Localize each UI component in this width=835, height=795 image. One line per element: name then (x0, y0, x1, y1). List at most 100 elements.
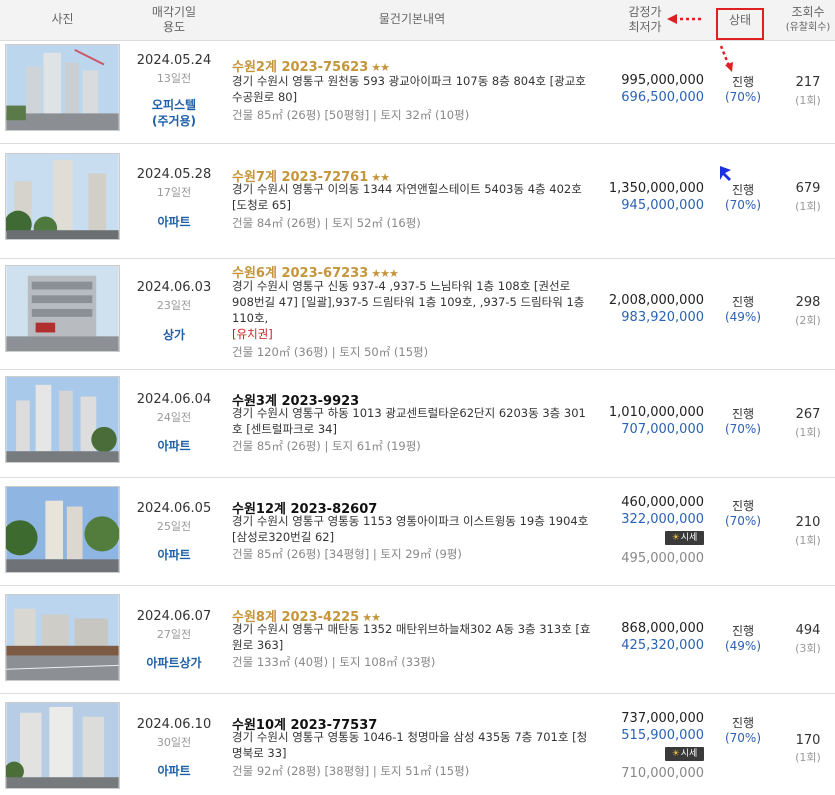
status-text: 진행 (731, 183, 755, 197)
header-fail-label: (유찰회수) (785, 22, 831, 33)
property-address[interactable]: 경기 수원시 영통구 영통동 1153 영통아이파크 이스트윙동 19층 190… (232, 513, 592, 545)
minimum-price: 696,500,000 (621, 90, 704, 105)
days-left: 13일전 (156, 72, 192, 85)
fail-count: (1회) (795, 534, 821, 547)
property-address[interactable]: 경기 수원시 영통구 매탄동 1352 매탄위브하늘채302 A동 3층 313… (232, 621, 592, 653)
table-row[interactable]: 2024.06.05 25일전 아파트 수원12계 2023-82607 경기 … (0, 478, 835, 586)
property-type: 아파트 (124, 438, 224, 454)
status-text: 진행 (731, 407, 755, 421)
status-percent: (70%) (724, 422, 762, 436)
property-type-line1: 아파트 (157, 548, 191, 562)
property-photo[interactable] (5, 486, 120, 573)
area-info: 건물 84㎡ (26평) | 토지 52㎡ (16평) (232, 216, 421, 230)
commercial-building-photo-icon (6, 266, 119, 351)
header-views[interactable]: 조회수 (유찰회수) (778, 5, 835, 35)
days-left: 23일전 (156, 299, 192, 312)
area-info: 건물 92㎡ (28평) [38평형] | 토지 51㎡ (15평) (232, 764, 470, 778)
header-date-label: 매각기일 (151, 5, 197, 19)
table-row[interactable]: 2024.05.28 17일전 아파트 수원7계 2023-72761 ★★ 경기… (0, 144, 835, 259)
view-count: 298 (795, 295, 821, 310)
days-left: 24일전 (156, 411, 192, 424)
minimum-price: 515,900,000 (621, 728, 704, 743)
header-views-label: 조회수 (791, 5, 825, 19)
property-type: 아파트상가 (124, 655, 224, 671)
view-count: 217 (795, 75, 821, 90)
property-photo[interactable] (5, 265, 120, 352)
fail-count: (1회) (795, 200, 821, 213)
status-percent: (70%) (724, 198, 762, 212)
days-left: 25일전 (156, 520, 192, 533)
status-text: 진행 (731, 499, 755, 513)
minimum-price: 707,000,000 (621, 422, 704, 437)
property-type: 상가 (124, 327, 224, 343)
fail-count: (1회) (795, 426, 821, 439)
view-count: 210 (795, 515, 821, 530)
area-info: 건물 120㎡ (36평) | 토지 50㎡ (15평) (232, 345, 429, 359)
property-photo[interactable] (5, 153, 120, 240)
property-photo[interactable] (5, 594, 120, 681)
annotation-arrow-down-icon (719, 45, 733, 72)
header-photo: 사진 (51, 12, 74, 26)
header-date-type[interactable]: 매각기일 용도 (124, 5, 224, 35)
minimum-price: 945,000,000 (621, 198, 704, 213)
appraisal-price: 1,350,000,000 (608, 181, 704, 196)
property-photo[interactable] (5, 702, 120, 789)
property-address[interactable]: 경기 수원시 영통구 하동 1013 광교센트럴타운62단지 6203동 3층 … (232, 405, 592, 437)
property-address[interactable]: 경기 수원시 영통구 원천동 593 광교아이파크 107동 8층 804호 [… (232, 73, 592, 105)
status-text: 진행 (731, 624, 755, 638)
market-price-badge-label: 시세 (680, 533, 698, 543)
property-photo[interactable] (5, 376, 120, 463)
status-percent: (70%) (724, 90, 762, 104)
property-type-line1: 아파트 (157, 439, 191, 453)
status-highlight-box (716, 8, 764, 40)
property-address[interactable]: 경기 수원시 영통구 영통동 1046-1 청명마을 삼성 435동 7층 70… (232, 729, 592, 761)
appraisal-price: 1,010,000,000 (608, 405, 704, 420)
minimum-price: 425,320,000 (621, 638, 704, 653)
market-price-badge[interactable]: ☀시세 (665, 747, 704, 761)
area-info: 건물 85㎡ (26평) [34평형] | 토지 29㎡ (9평) (232, 547, 462, 561)
property-photo[interactable] (5, 44, 120, 131)
apartment-photo-icon (6, 45, 119, 130)
sale-date: 2024.05.28 (136, 167, 212, 182)
sale-date: 2024.06.07 (136, 609, 212, 624)
minimum-price: 322,000,000 (621, 512, 704, 527)
table-header: 사진 매각기일 용도 물건기본내역 감정가 최저가 상태 조회수 (유찰회수) (0, 0, 835, 41)
status-text: 진행 (731, 75, 755, 89)
minimum-price: 983,920,000 (621, 310, 704, 325)
table-row[interactable]: 2024.06.07 27일전 아파트상가 수원8계 2023-4225 ★★ 경… (0, 586, 835, 694)
appraisal-price: 460,000,000 (621, 495, 704, 510)
header-info: 물건기본내역 (378, 12, 446, 26)
property-type: 아파트 (124, 763, 224, 779)
view-count: 267 (795, 407, 821, 422)
table-row[interactable]: 2024.06.03 23일전 상가 수원6계 2023-67233 ★★★ 경기… (0, 259, 835, 370)
sale-date: 2024.06.04 (136, 392, 212, 407)
market-price: 495,000,000 (621, 551, 704, 566)
sun-icon: ☀ (671, 533, 680, 543)
apartment-shop-photo-icon (6, 595, 119, 680)
property-type-line1: 아파트상가 (146, 656, 202, 670)
property-type: 오피스텔 (주거용) (124, 97, 224, 129)
fail-count: (1회) (795, 94, 821, 107)
apartment-photo-icon (6, 487, 119, 572)
status-percent: (70%) (724, 731, 762, 745)
status-percent: (49%) (724, 310, 762, 324)
appraisal-price: 868,000,000 (621, 621, 704, 636)
header-type-label: 용도 (162, 20, 186, 34)
sale-date: 2024.06.10 (136, 717, 212, 732)
area-info: 건물 133㎡ (40평) | 토지 108㎡ (33평) (232, 655, 436, 669)
lien-note: [유치권] (232, 327, 273, 341)
sun-icon: ☀ (671, 749, 680, 759)
apartment-photo-icon (6, 154, 119, 239)
market-price-badge[interactable]: ☀시세 (665, 531, 704, 545)
property-address[interactable]: 경기 수원시 영통구 이의동 1344 자연앤힐스테이트 5403동 4층 40… (232, 181, 592, 213)
property-address[interactable]: 경기 수원시 영통구 신동 937-4 ,937-5 느님타워 1층 108호 … (232, 278, 592, 326)
table-row[interactable]: 2024.05.24 13일전 오피스텔 (주거용) 수원2계 2023-756… (0, 41, 835, 144)
view-count: 170 (795, 733, 821, 748)
table-row[interactable]: 2024.06.10 30일전 아파트 수원10계 2023-77537 경기 … (0, 694, 835, 795)
sale-date: 2024.06.05 (136, 501, 212, 516)
area-info: 건물 85㎡ (26평) [50평형] | 토지 32㎡ (10평) (232, 108, 470, 122)
annotation-arrow-left-icon (667, 14, 701, 24)
area-info: 건물 85㎡ (26평) | 토지 61㎡ (19평) (232, 439, 421, 453)
appraisal-price: 995,000,000 (621, 73, 704, 88)
table-row[interactable]: 2024.06.04 24일전 아파트 수원3계 2023-9923 경기 수원… (0, 370, 835, 478)
